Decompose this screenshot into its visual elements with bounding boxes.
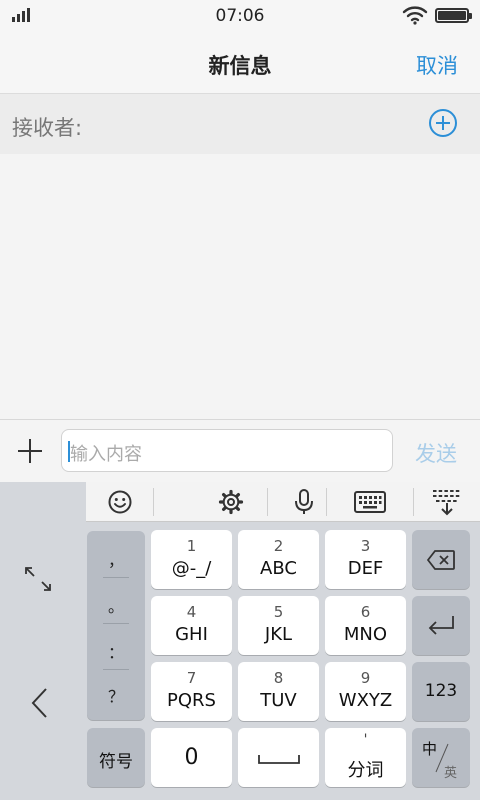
key-8[interactable]: 8 TUV bbox=[238, 662, 319, 721]
punct-key-comma[interactable]: ， bbox=[87, 547, 145, 571]
enter-icon bbox=[428, 616, 454, 635]
numeric-mode-key[interactable]: 123 bbox=[412, 662, 470, 721]
punctuation-column: ， 。 ： ？ bbox=[87, 531, 145, 720]
key-9[interactable]: 9 WXYZ bbox=[325, 662, 406, 721]
punct-key-period[interactable]: 。 bbox=[87, 593, 145, 617]
keyboard-layout-icon[interactable] bbox=[327, 482, 413, 522]
battery-icon bbox=[435, 8, 472, 23]
status-bar: 07:06 bbox=[0, 0, 480, 32]
add-recipient-icon[interactable] bbox=[428, 108, 458, 138]
key-6[interactable]: 6 MNO bbox=[325, 596, 406, 655]
key-0[interactable]: 0 bbox=[151, 728, 232, 787]
language-switch-key[interactable]: 中 英 bbox=[412, 728, 470, 787]
key-7[interactable]: 7 PQRS bbox=[151, 662, 232, 721]
punct-key-question[interactable]: ？ bbox=[87, 683, 145, 707]
message-thread-area bbox=[0, 154, 480, 420]
enter-key[interactable] bbox=[412, 596, 470, 655]
attach-plus-icon[interactable] bbox=[18, 439, 42, 463]
nav-bar: 新信息 取消 bbox=[0, 32, 480, 94]
page-title: 新信息 bbox=[208, 54, 272, 78]
key-2[interactable]: 2 ABC bbox=[238, 530, 319, 589]
wifi-icon bbox=[402, 5, 428, 25]
backspace-key[interactable] bbox=[412, 530, 470, 589]
send-button[interactable]: 发送 bbox=[415, 438, 457, 468]
space-key[interactable] bbox=[238, 728, 319, 787]
emoji-icon[interactable] bbox=[86, 482, 153, 522]
key-1[interactable]: 1 @-_/ bbox=[151, 530, 232, 589]
cancel-button[interactable]: 取消 bbox=[416, 50, 458, 80]
space-bar-icon bbox=[258, 755, 300, 764]
backspace-icon bbox=[427, 550, 455, 570]
keyboard-toolbar bbox=[86, 482, 480, 522]
message-input[interactable]: 输入内容 bbox=[61, 429, 393, 472]
message-input-placeholder: 输入内容 bbox=[70, 444, 142, 465]
fullscreen-expand-icon[interactable] bbox=[24, 566, 52, 592]
key-5[interactable]: 5 JKL bbox=[238, 596, 319, 655]
recipient-label: 接收者: bbox=[12, 116, 83, 140]
collapse-keyboard-icon[interactable] bbox=[414, 482, 480, 522]
punct-key-colon[interactable]: ： bbox=[87, 639, 145, 663]
cursor-left-icon[interactable] bbox=[30, 687, 50, 719]
key-4[interactable]: 4 GHI bbox=[151, 596, 232, 655]
recipient-row[interactable]: 接收者: bbox=[0, 94, 480, 154]
keyboard-left-column bbox=[0, 482, 86, 800]
key-3[interactable]: 3 DEF bbox=[325, 530, 406, 589]
compose-bar: 输入内容 发送 bbox=[0, 420, 480, 482]
symbols-key[interactable]: 符号 bbox=[87, 728, 145, 787]
segment-key[interactable]: ' 分词 bbox=[325, 728, 406, 787]
